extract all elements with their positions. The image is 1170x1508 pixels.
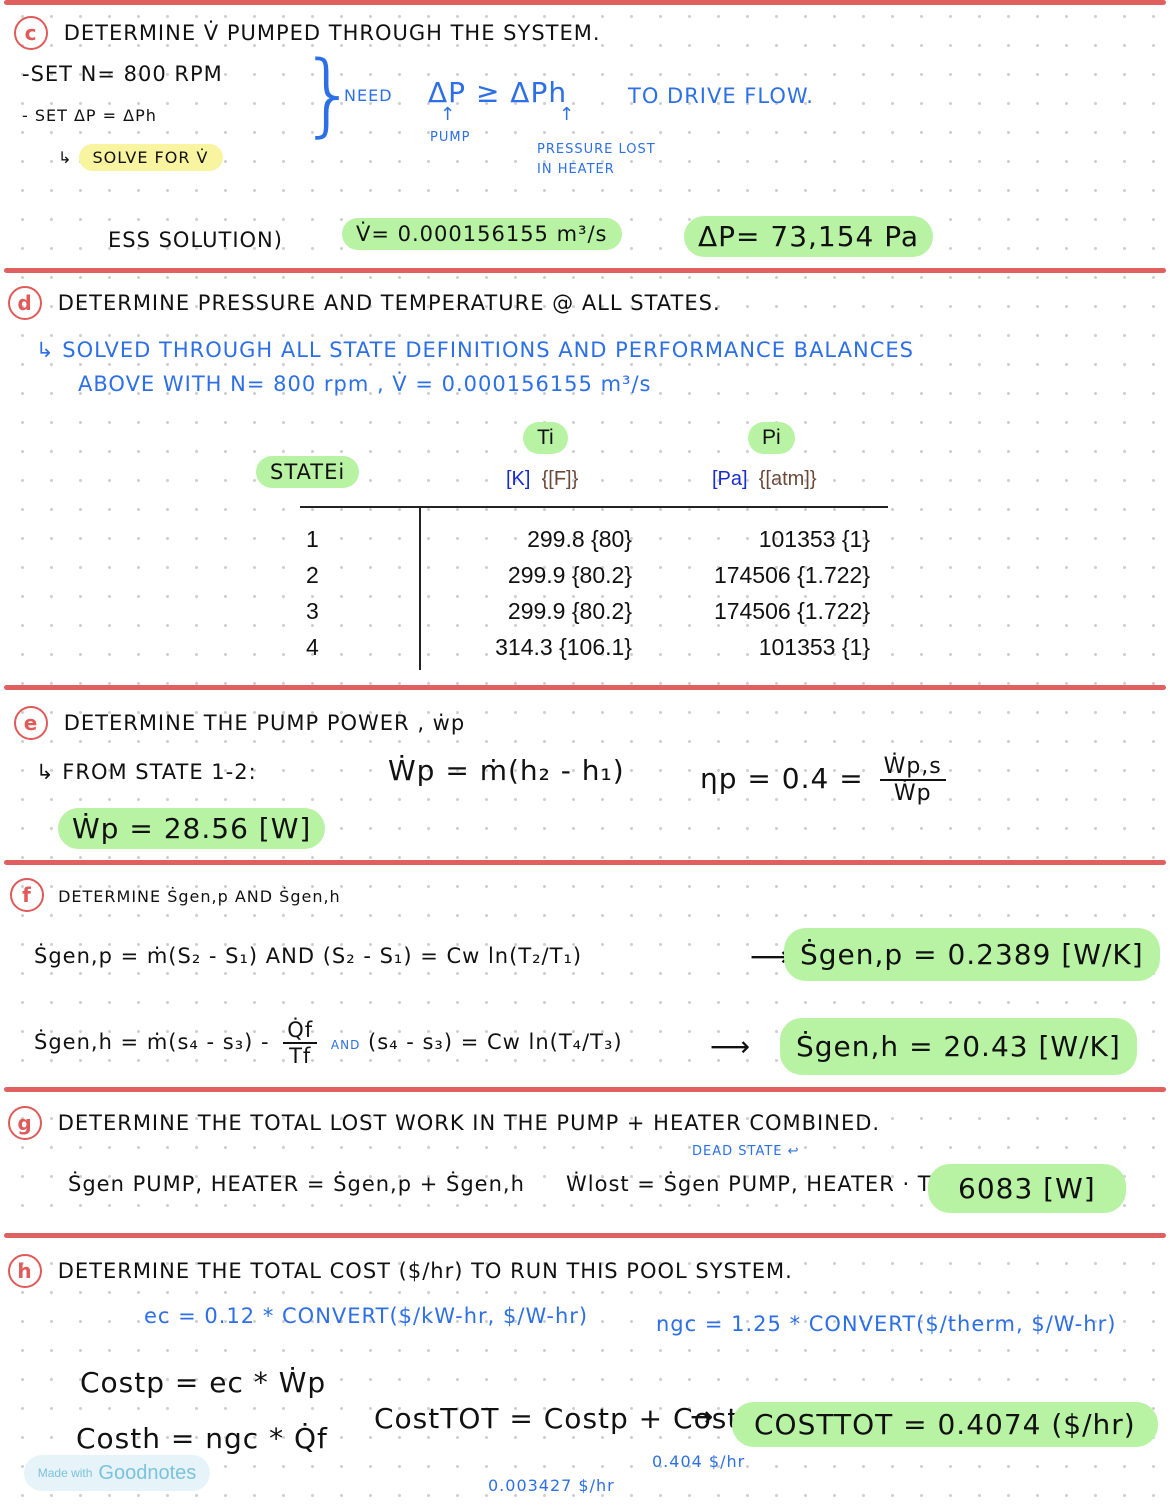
section-d-title: DETERMINE PRESSURE AND TEMPERATURE @ ALL…	[57, 291, 721, 315]
section-d-note-1: ↳ SOLVED THROUGH ALL STATE DEFINITIONS A…	[36, 338, 914, 362]
col-header-state: STATEi	[256, 456, 360, 488]
note-need: NEED	[344, 86, 393, 105]
curved-arrow-icon: ↩	[787, 1144, 800, 1159]
step-set-n: -SET N= 800 RPM	[22, 62, 223, 86]
section-divider	[4, 0, 1166, 5]
section-divider	[4, 685, 1166, 690]
ess-solution-label: ESS SOLUTION)	[108, 228, 283, 252]
up-arrow-icon: ↑	[559, 104, 575, 125]
note-pressure-lost: PRESSURE LOST	[537, 142, 656, 157]
section-g-heading: g DETERMINE THE TOTAL LOST WORK IN THE P…	[8, 1106, 880, 1140]
step-set-dp: - SET ΔP = ΔPh	[22, 106, 157, 125]
col-header-p: Pi	[748, 422, 795, 454]
note-in-heater: IN HEATER	[537, 162, 615, 177]
section-d-note-2: ABOVE WITH N= 800 rpm , V̇ = 0.000156155…	[78, 372, 652, 396]
sgen-pump-result: Ṡgen,p = 0.2389 [W/K]	[784, 928, 1160, 981]
section-h-heading: h DETERMINE THE TOTAL COST ($/hr) TO RUN…	[8, 1254, 793, 1288]
pump-power-equation: Ẇp = ṁ(h₂ - h₁)	[388, 754, 625, 787]
state-table: STATEi Ti Pi [K] {[F]} [Pa] {[atm]} 1 29…	[250, 420, 900, 670]
table-header-rule	[300, 506, 888, 508]
section-g-marker: g	[8, 1106, 42, 1140]
efficiency-fraction: Ẇp,s Ẇp	[879, 754, 946, 806]
hook-arrow-icon: ↳	[36, 338, 63, 362]
section-divider	[4, 860, 1166, 865]
section-g-title: DETERMINE THE TOTAL LOST WORK IN THE PUM…	[57, 1111, 881, 1135]
pump-cost-equation: Costp = ec * Ẇp	[80, 1366, 327, 1399]
section-e-heading: e DETERMINE THE PUMP POWER , ẇp	[14, 706, 465, 740]
ess-dp-result: ΔP= 73,154 Pa	[684, 216, 934, 257]
pump-efficiency: ηp = 0.4 = Ẇp,s Ẇp	[700, 754, 952, 806]
right-arrow-icon: ⟶	[710, 1030, 751, 1063]
sgen-pump-equation: Ṡgen,p = ṁ(S₂ - S₁) AND (S₂ - S₁) = Cw l…	[34, 944, 583, 968]
sgen-heater-equation: Ṡgen,h = ṁ(s₄ - s₃) - Q̇f Tf AND (s₄ - s…	[34, 1018, 623, 1068]
section-divider	[4, 1233, 1166, 1238]
sgen-heater-result: Ṡgen,h = 20.43 [W/K]	[780, 1018, 1137, 1075]
lost-work-equation: Ẇlost = Ṡgen PUMP, HEATER · T₀ =	[566, 1172, 968, 1196]
sgen-total-equation: Ṡgen PUMP, HEATER = Ṡgen,p + Ṡgen,h	[68, 1172, 525, 1196]
section-f-title: DETERMINE Ṡgen,p AND Ṡgen,h	[58, 887, 341, 906]
section-divider	[4, 1087, 1166, 1092]
right-arrow-icon: →	[690, 1400, 714, 1433]
total-cost-result: COSTTOT = 0.4074 ($/hr)	[732, 1402, 1158, 1447]
note-drive-flow: TO DRIVE FLOW.	[628, 84, 814, 108]
pump-cost-value: 0.003427 $/hr	[488, 1476, 615, 1495]
pump-power-result: Ẇp = 28.56 [W]	[58, 808, 326, 849]
section-d-marker: d	[8, 286, 42, 320]
note-pump: PUMP	[430, 130, 471, 145]
dead-state-note: DEAD STATE ↩	[692, 1144, 800, 1159]
section-d-heading: d DETERMINE PRESSURE AND TEMPERATURE @ A…	[8, 286, 721, 320]
unit-p: [Pa] {[atm]}	[712, 468, 817, 490]
section-e-from: ↳ FROM STATE 1-2:	[36, 760, 257, 784]
col-header-t: Ti	[523, 422, 568, 454]
table-row: 1 299.8 {80} 101353 {1}	[306, 526, 870, 552]
heater-cost-value: 0.404 $/hr	[652, 1452, 746, 1471]
section-f-heading: f DETERMINE Ṡgen,p AND Ṡgen,h	[10, 878, 341, 912]
section-f-marker: f	[10, 878, 44, 912]
table-row: 2 299.9 {80.2} 174506 {1.722}	[306, 562, 870, 588]
table-row: 3 299.9 {80.2} 174506 {1.722}	[306, 598, 870, 624]
ess-flow-result: V̇= 0.000156155 m³/s	[342, 218, 622, 250]
step-solve: ↳ SOLVE FOR V̇	[58, 144, 223, 171]
table-row: 4 314.3 {106.1} 101353 {1}	[306, 634, 870, 660]
hook-arrow-icon: ↳	[36, 760, 63, 784]
section-h-marker: h	[8, 1254, 42, 1288]
section-e-title: DETERMINE THE PUMP POWER , ẇp	[63, 711, 466, 735]
heater-cost-equation: Costh = ngc * Q̇f	[76, 1422, 328, 1455]
section-divider	[4, 268, 1166, 273]
hook-arrow-icon: ↳	[58, 148, 73, 167]
heat-fraction: Q̇f Tf	[283, 1018, 318, 1068]
lost-work-result: 6083 [W]	[928, 1164, 1126, 1213]
gas-cost-def: ngc = 1.25 * CONVERT($/therm, $/W-hr)	[656, 1312, 1117, 1336]
section-c-marker: c	[14, 16, 48, 50]
solve-for-highlight: SOLVE FOR V̇	[78, 144, 223, 171]
up-arrow-icon: ↑	[440, 104, 456, 125]
section-h-title: DETERMINE THE TOTAL COST ($/hr) TO RUN T…	[57, 1259, 793, 1283]
goodnotes-watermark: Made with Goodnotes	[24, 1455, 210, 1491]
unit-t: [K] {[F]}	[506, 468, 579, 490]
electricity-cost-def: ec = 0.12 * CONVERT($/kW-hr, $/W-hr)	[144, 1304, 589, 1328]
section-e-marker: e	[14, 706, 48, 740]
